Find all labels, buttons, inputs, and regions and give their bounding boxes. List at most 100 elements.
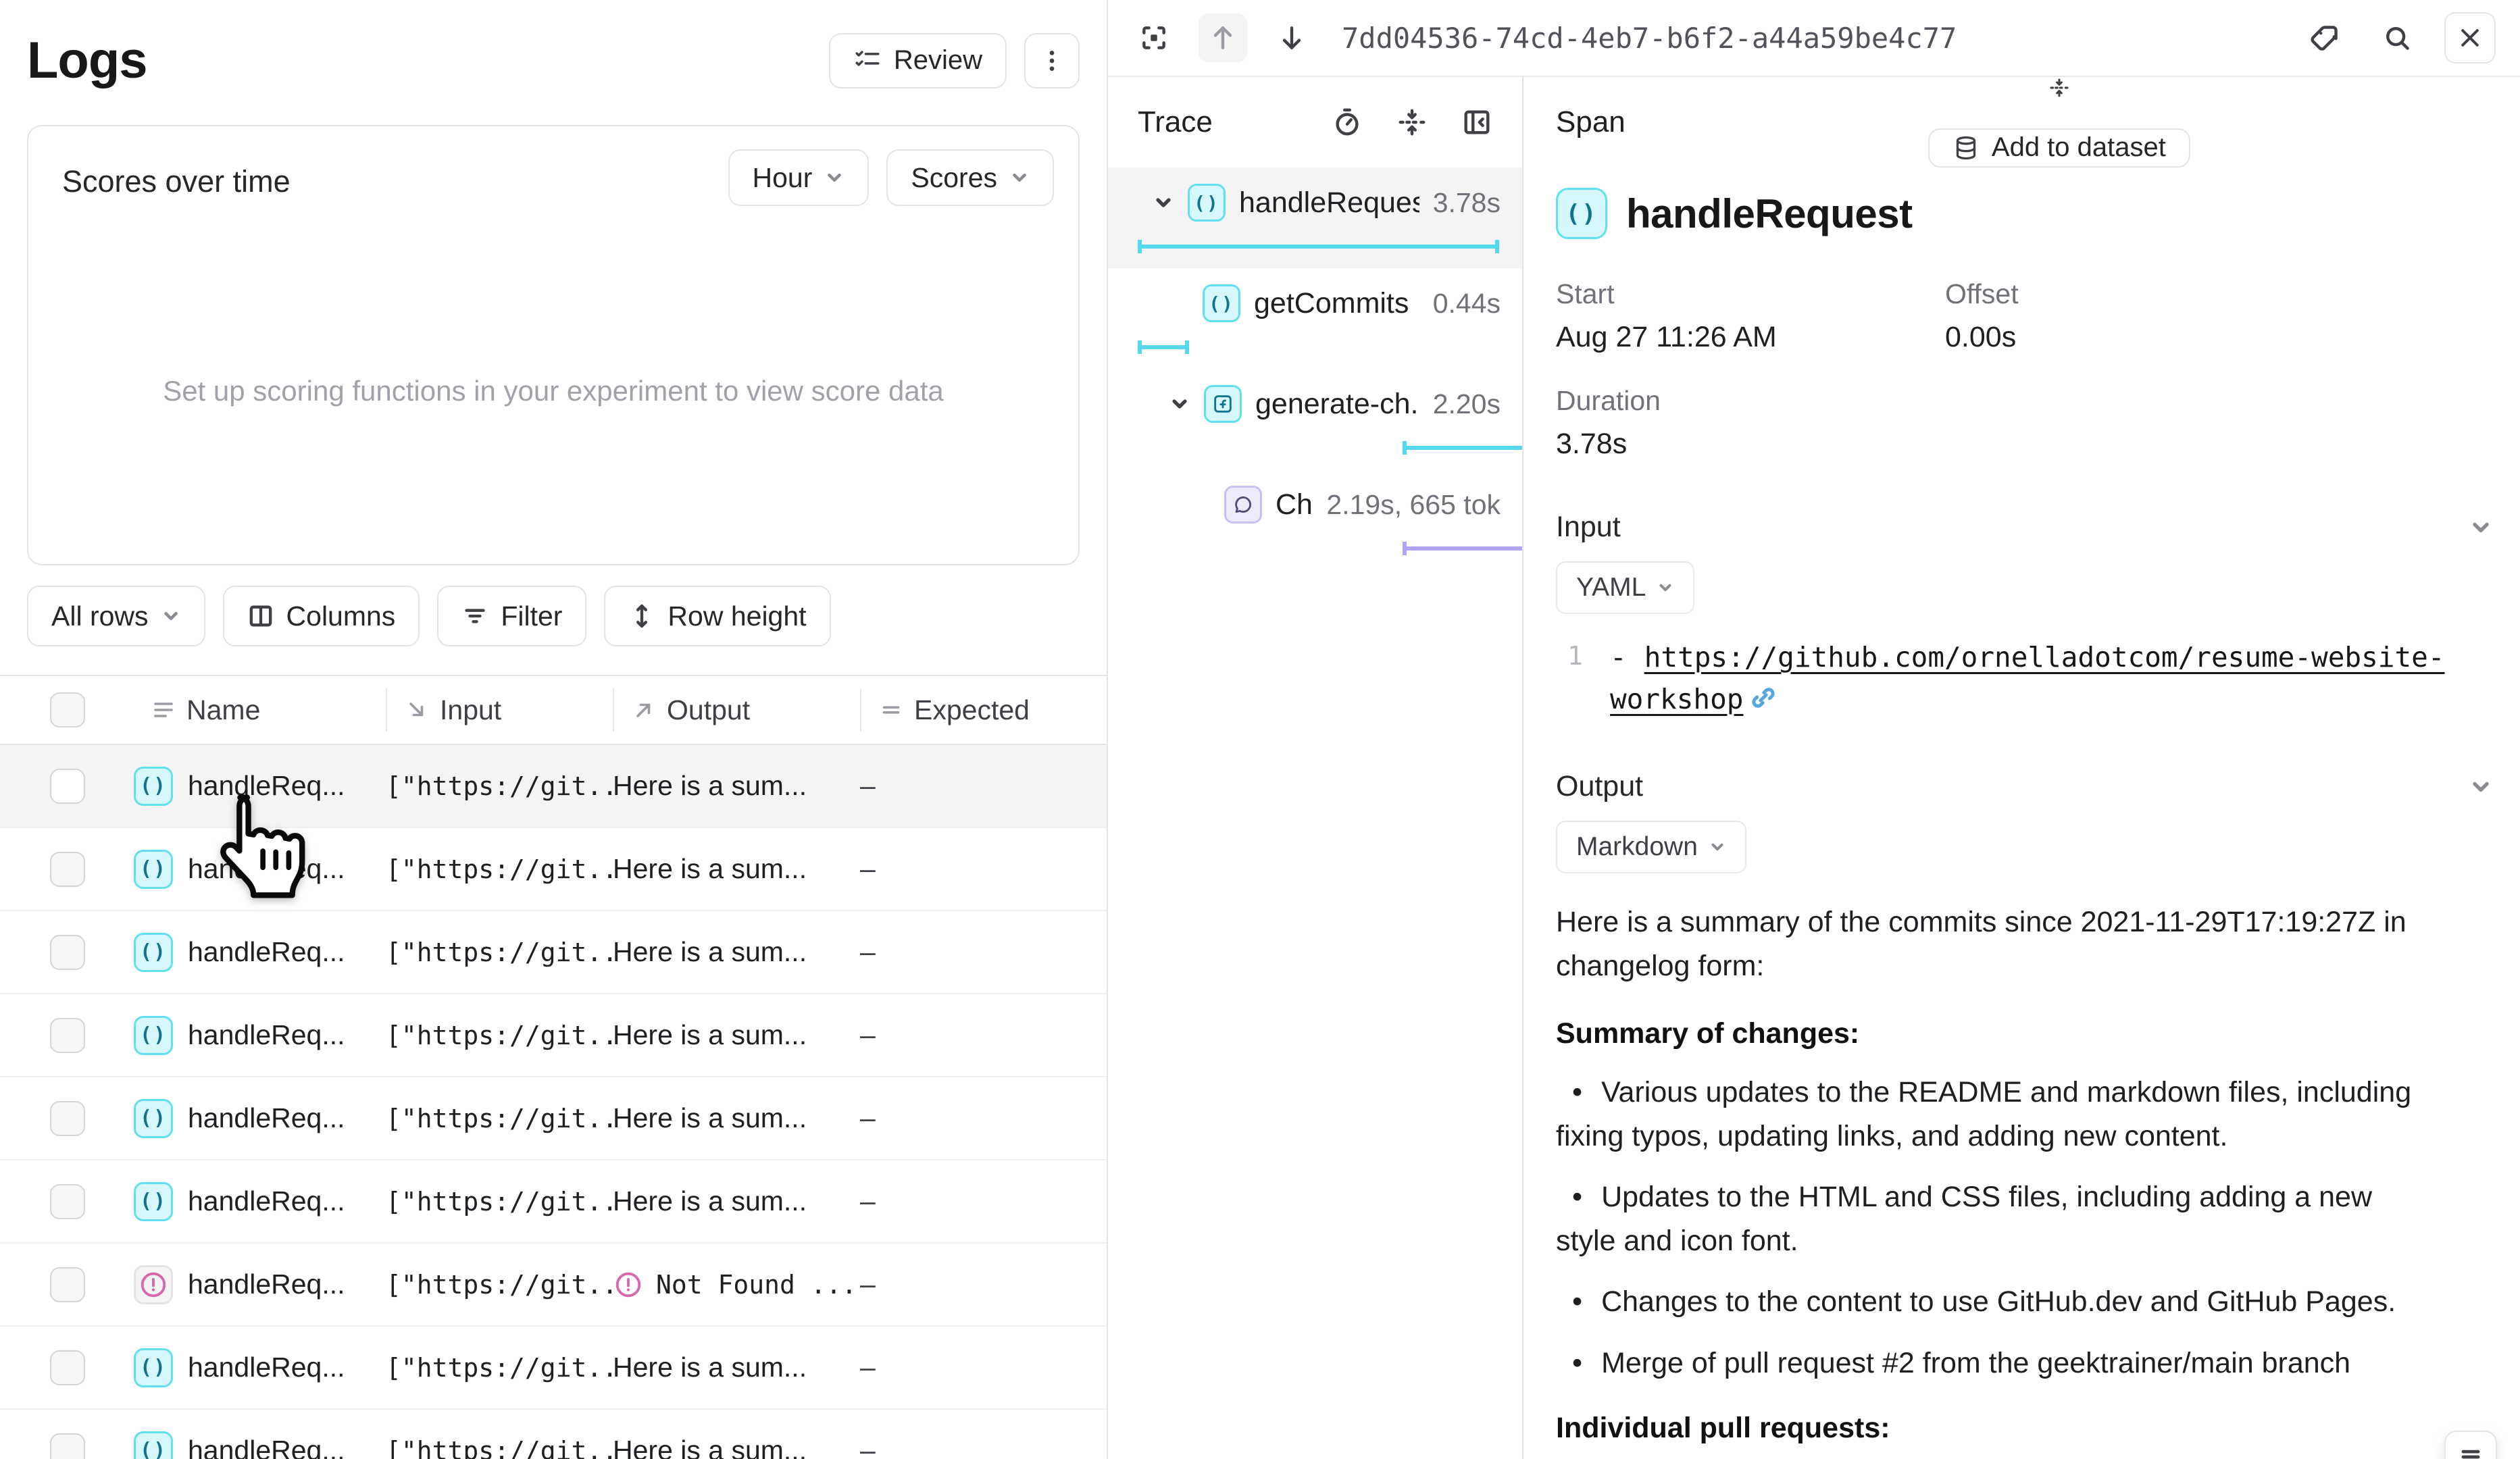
row-height-label: Row height — [667, 600, 806, 632]
span-title: handleRequest — [1626, 190, 1913, 237]
row-checkbox[interactable] — [50, 1350, 85, 1385]
search-button[interactable] — [2373, 14, 2421, 62]
collapse-vertical-icon[interactable] — [2044, 77, 2075, 99]
column-header-name[interactable]: Name — [134, 688, 386, 732]
row-checkbox[interactable] — [50, 1184, 85, 1219]
span-duration: 2.20s — [1433, 388, 1501, 420]
stopwatch-icon[interactable] — [1332, 107, 1363, 138]
expand-icon — [1139, 23, 1169, 53]
span-fields: Start Aug 27 11:26 AM Offset 0.00s — [1556, 278, 2493, 354]
scores-over-time-card: Scores over time Hour Scores Set up scor… — [27, 125, 1080, 565]
review-label: Review — [894, 45, 982, 76]
columns-button[interactable]: Columns — [223, 586, 420, 646]
previous-row-button[interactable] — [1199, 14, 1247, 62]
table-row[interactable]: ()handleReq... ["https://git... Here is … — [0, 994, 1107, 1077]
table-row[interactable]: ()handleReq... ["https://git... Here is … — [0, 1160, 1107, 1244]
output-section-header[interactable]: Output — [1556, 770, 2493, 803]
column-header-expected[interactable]: Expected — [860, 688, 1107, 732]
row-checkbox[interactable] — [50, 935, 85, 970]
column-header-input[interactable]: Input — [386, 688, 613, 732]
function-icon: () — [1203, 284, 1240, 322]
row-checkbox[interactable] — [50, 852, 85, 887]
span-detail-panel: Span Add to dataset () handleRequest — [1523, 77, 2520, 1459]
table-row[interactable]: ()handleReq... ["https://git... Here is … — [0, 1410, 1107, 1459]
table-row[interactable]: ()handleReq... ["https://git... Here is … — [0, 745, 1107, 828]
span-duration: 3.78s — [1433, 187, 1501, 219]
row-checkbox[interactable] — [50, 1018, 85, 1053]
trace-topbar: 7dd04536-74cd-4eb7-b6f2-a44a59be4c77 — [1108, 0, 2520, 77]
interval-select[interactable]: Hour — [728, 149, 870, 206]
output-format-label: Markdown — [1576, 832, 1698, 862]
individual-prs-heading: Individual pull requests: — [1556, 1412, 2492, 1445]
function-icon: () — [134, 1099, 173, 1138]
row-checkbox[interactable] — [50, 1267, 85, 1302]
metric-select[interactable]: Scores — [886, 149, 1054, 206]
table-row[interactable]: ()handleReq... ["https://git... Here is … — [0, 1327, 1107, 1410]
repo-link[interactable]: https://github.com/ornelladotcom/resume-… — [1610, 641, 2445, 715]
link-icon[interactable] — [1750, 684, 1777, 711]
list-item: Updates to the HTML and CSS files, inclu… — [1556, 1175, 2434, 1262]
input-code-block: 1 -https://github.com/ornelladotcom/resu… — [1556, 637, 2493, 720]
panel-collapse-icon[interactable] — [1461, 107, 1492, 138]
logs-app: Logs Review Scores over time — [0, 0, 2520, 1459]
span-id: 7dd04536-74cd-4eb7-b6f2-a44a59be4c77 — [1342, 22, 2281, 55]
timeline-bar — [1138, 340, 1189, 354]
output-label: Output — [1556, 770, 1643, 803]
filter-button[interactable]: Filter — [437, 586, 586, 646]
row-height-button[interactable]: Row height — [604, 586, 830, 646]
text-lines-icon — [151, 698, 176, 722]
trace-row-chat-completion[interactable]: Ch... 2.19s, 665 tok — [1108, 469, 1522, 570]
input-format-select[interactable]: YAML — [1556, 561, 1694, 614]
table-row[interactable]: ()handleReq... ["https://git... Here is … — [0, 1077, 1107, 1160]
next-row-button[interactable] — [1267, 14, 1316, 62]
column-header-output[interactable]: Output — [613, 688, 860, 732]
arrow-up-icon — [1208, 23, 1238, 53]
function-square-icon — [1204, 385, 1242, 423]
tag-button[interactable] — [2301, 14, 2350, 62]
trace-row-get-commits[interactable]: () getCommits 0.44s — [1108, 268, 1522, 369]
function-icon: () — [1188, 184, 1226, 222]
offset-label: Offset — [1945, 278, 2493, 310]
chevron-down-icon[interactable] — [2469, 775, 2493, 799]
chevron-down-icon[interactable] — [2469, 515, 2493, 540]
kebab-icon — [1038, 47, 1065, 74]
add-to-dataset-button[interactable]: Add to dataset — [1928, 128, 2190, 168]
input-format-label: YAML — [1576, 573, 1646, 603]
chevron-down-icon — [1657, 579, 1674, 596]
row-checkbox[interactable] — [50, 769, 85, 804]
output-format-select[interactable]: Markdown — [1556, 821, 1746, 873]
logs-table: Name Input Output Expected ()handle — [0, 675, 1107, 1459]
duration-label: Duration — [1556, 385, 2493, 417]
input-section-header[interactable]: Input — [1556, 511, 2493, 544]
span-panel-title: Span — [1556, 105, 1626, 139]
close-button[interactable] — [2444, 12, 2496, 63]
row-checkbox[interactable] — [50, 1101, 85, 1136]
table-row[interactable]: ()handleReq... ["https://git... Here is … — [0, 911, 1107, 994]
equals-icon — [879, 698, 903, 722]
trace-tree-panel: Trace () handleRequest 3.78s — [1108, 77, 1523, 1459]
checklist-icon — [853, 47, 882, 75]
chevron-down-icon — [1709, 838, 1726, 856]
start-label: Start — [1556, 278, 1945, 310]
span-duration: 0.44s — [1433, 288, 1501, 319]
more-options-button[interactable] — [1024, 33, 1080, 88]
table-row-error[interactable]: handleReq... ["https://git... Not Found … — [0, 1244, 1107, 1327]
collapse-vertical-icon[interactable] — [1396, 107, 1428, 138]
trace-row-generate-changelog[interactable]: generate-ch... 2.20s — [1108, 369, 1522, 469]
row-checkbox[interactable] — [50, 1433, 85, 1459]
output-intro: Here is a summary of the commits since 2… — [1556, 900, 2492, 988]
table-row[interactable]: ()handleReq... ["https://git... Here is … — [0, 828, 1107, 911]
expand-button[interactable] — [1130, 14, 1178, 62]
review-button[interactable]: Review — [829, 33, 1007, 88]
function-icon: () — [134, 1016, 173, 1055]
function-icon: () — [134, 1182, 173, 1221]
trace-row-handle-request[interactable]: () handleRequest 3.78s — [1108, 168, 1522, 268]
chevron-down-icon — [824, 168, 845, 188]
chevron-down-icon[interactable] — [1169, 393, 1190, 415]
function-icon: () — [134, 1348, 173, 1387]
select-all-checkbox[interactable] — [50, 692, 85, 727]
rows-filter-button[interactable]: All rows — [27, 586, 205, 646]
outline-menu-button[interactable] — [2444, 1431, 2497, 1459]
chevron-down-icon[interactable] — [1153, 192, 1174, 213]
changes-list: Various updates to the README and markdo… — [1556, 1071, 2434, 1385]
